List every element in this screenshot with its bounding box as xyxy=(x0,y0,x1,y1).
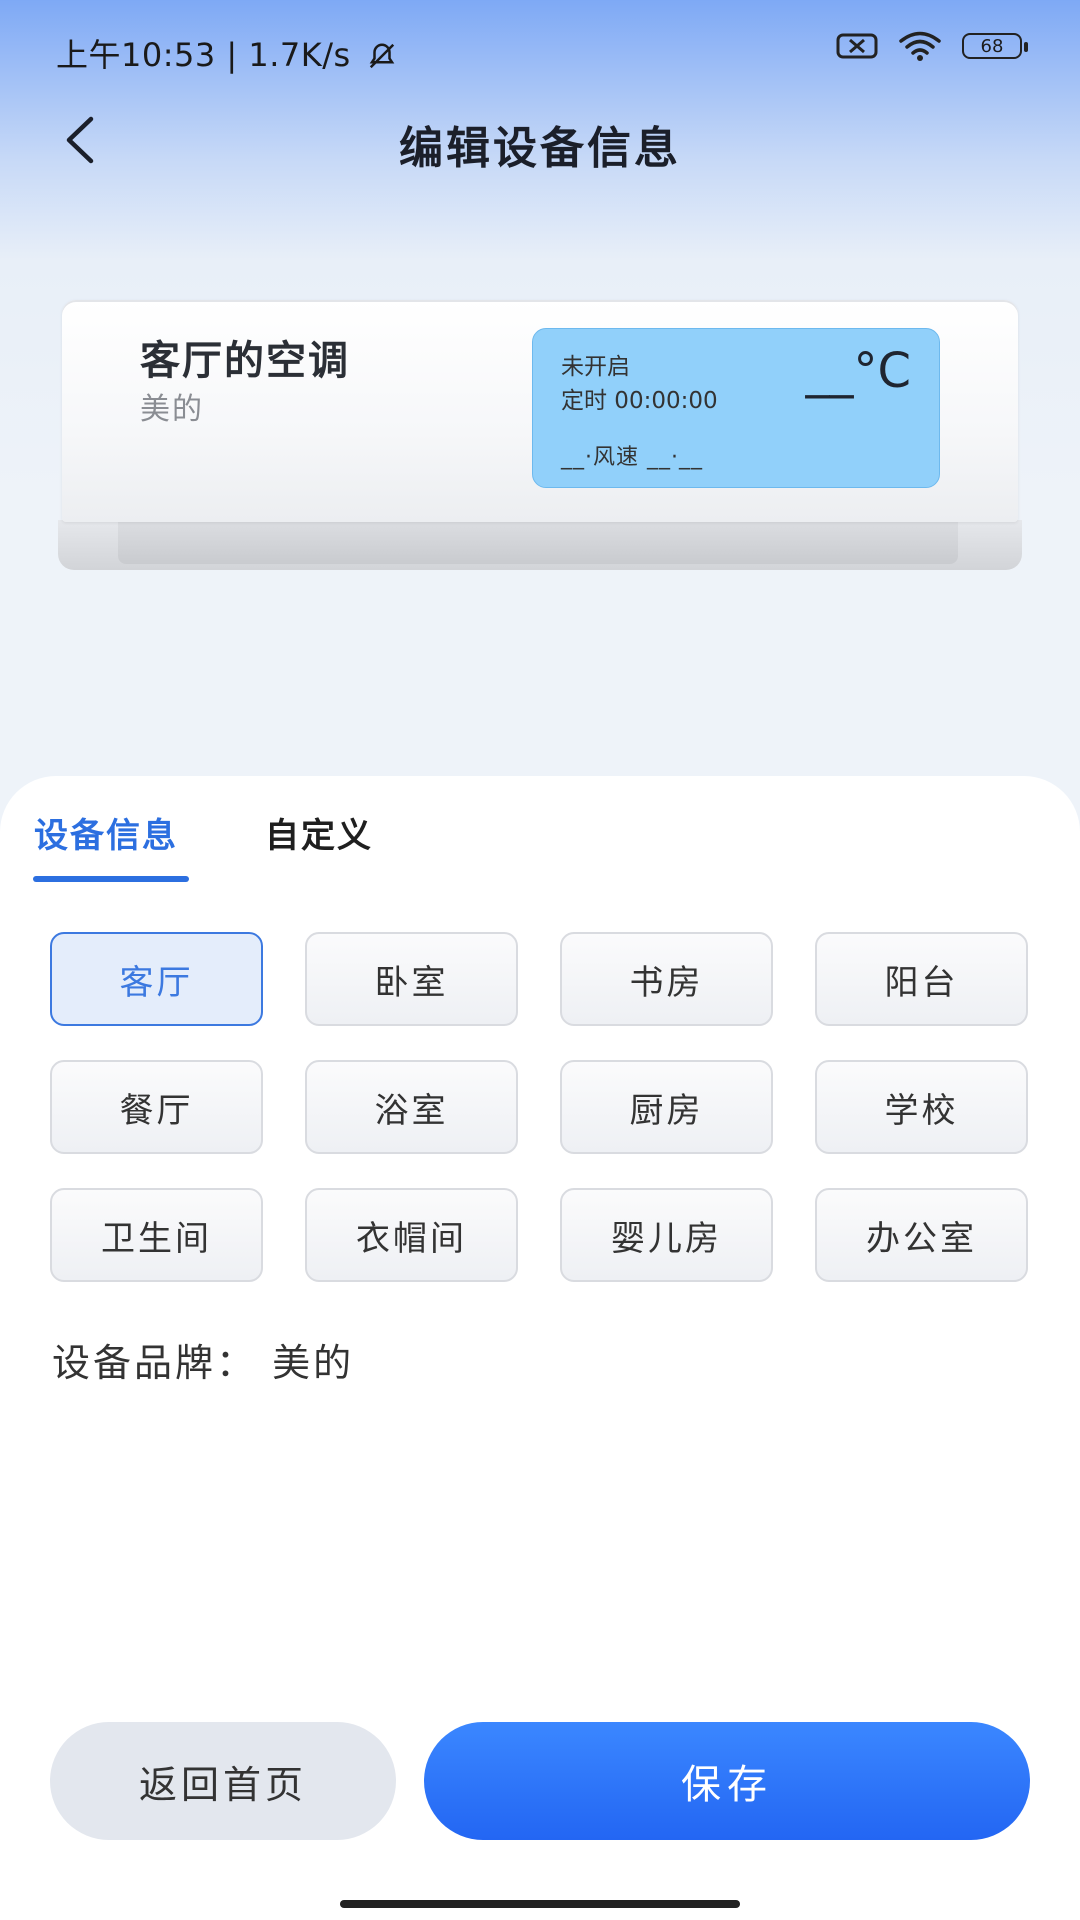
room-option-living-room[interactable]: 客厅 xyxy=(50,932,263,1026)
battery-icon: 68 xyxy=(962,33,1028,59)
nav-bar: 编辑设备信息 xyxy=(0,90,1080,190)
home-indicator[interactable] xyxy=(340,1900,740,1908)
room-option-school[interactable]: 学校 xyxy=(815,1060,1028,1154)
power-status: 未开启 xyxy=(561,354,630,380)
room-grid: 客厅 卧室 书房 阳台 餐厅 浴室 厨房 学校 卫生间 衣帽间 婴儿房 办公室 xyxy=(50,932,1030,1282)
save-button[interactable]: 保存 xyxy=(424,1722,1030,1840)
device-brand-info: 设备品牌： 美的 xyxy=(52,1341,355,1385)
ac-vent xyxy=(58,520,1022,570)
room-option-nursery[interactable]: 婴儿房 xyxy=(560,1188,773,1282)
wind-speed-readout: __·风速 __·__ xyxy=(561,445,703,470)
status-time: 上午10:53 | 1.7K/s xyxy=(56,30,397,76)
device-name: 客厅的空调 xyxy=(140,338,350,384)
status-time-text: 上午10:53 | 1.7K/s xyxy=(56,36,351,74)
device-brand: 美的 xyxy=(140,392,204,427)
room-option-dining-room[interactable]: 餐厅 xyxy=(50,1060,263,1154)
room-option-study[interactable]: 书房 xyxy=(560,932,773,1026)
tab-custom[interactable]: 自定义 xyxy=(265,808,373,857)
status-bar: 上午10:53 | 1.7K/s 68 xyxy=(0,0,1080,100)
mute-bell-icon xyxy=(370,43,395,69)
room-option-bathroom[interactable]: 浴室 xyxy=(305,1060,518,1154)
room-option-cloakroom[interactable]: 衣帽间 xyxy=(305,1188,518,1282)
room-option-restroom[interactable]: 卫生间 xyxy=(50,1188,263,1282)
tab-device-info[interactable]: 设备信息 xyxy=(34,808,178,857)
wifi-icon xyxy=(899,31,941,61)
battery-level: 68 xyxy=(980,35,1004,57)
status-icons: 68 xyxy=(836,30,1028,62)
ac-display-panel: 未开启 定时 00:00:00 __°C __·风速 __·__ xyxy=(532,328,940,488)
edit-sheet: 设备信息 自定义 客厅 卧室 书房 阳台 餐厅 浴室 厨房 学校 卫生间 衣帽间… xyxy=(0,776,1080,1920)
room-option-bedroom[interactable]: 卧室 xyxy=(305,932,518,1026)
timer-readout: 定时 00:00:00 xyxy=(561,388,718,414)
back-home-button[interactable]: 返回首页 xyxy=(50,1722,396,1840)
ac-body: 客厅的空调 美的 未开启 定时 00:00:00 __°C __·风速 __·_… xyxy=(62,300,1018,522)
room-option-balcony[interactable]: 阳台 xyxy=(815,932,1028,1026)
tab-indicator xyxy=(33,876,189,882)
temperature-readout: __°C xyxy=(805,343,911,399)
room-option-kitchen[interactable]: 厨房 xyxy=(560,1060,773,1154)
no-sim-icon xyxy=(836,33,878,59)
device-card: 客厅的空调 美的 未开启 定时 00:00:00 __°C __·风速 __·_… xyxy=(58,300,1022,570)
room-option-office[interactable]: 办公室 xyxy=(815,1188,1028,1282)
page-title: 编辑设备信息 xyxy=(399,123,681,174)
